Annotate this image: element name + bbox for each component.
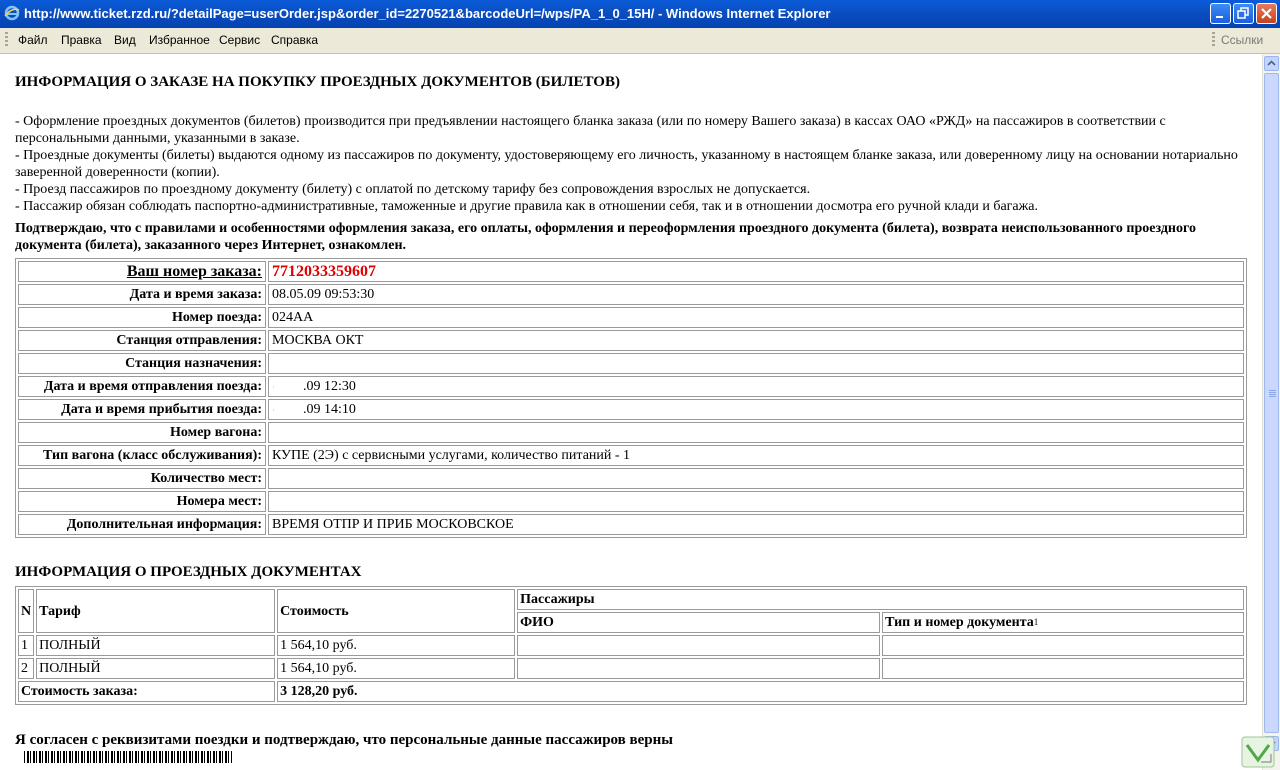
table-row: Номер поезда: 024АА bbox=[18, 307, 1244, 328]
row-tariff: ПОЛНЫЙ bbox=[36, 635, 276, 656]
table-row: Стоимость заказа: 3 128,20 руб. bbox=[18, 681, 1244, 702]
table-row: 2 ПОЛНЫЙ 1 564,10 руб. bbox=[18, 658, 1244, 679]
col-passengers-header: Пассажиры bbox=[517, 589, 1244, 610]
table-row: 1 ПОЛНЫЙ 1 564,10 руб. bbox=[18, 635, 1244, 656]
page-title: ИНФОРМАЦИЯ О ЗАКАЗЕ НА ПОКУПКУ ПРОЕЗДНЫХ… bbox=[15, 74, 620, 90]
row-n: 2 bbox=[18, 658, 35, 679]
row-label: Дата и время отправления поезда: bbox=[18, 376, 266, 397]
note-2: - Проездные документы (билеты) выдаются … bbox=[15, 148, 1238, 180]
minimize-button[interactable] bbox=[1210, 3, 1231, 24]
documents-table: N Тариф Стоимость Пассажиры ФИО Тип и но… bbox=[15, 586, 1247, 705]
table-row: Дополнительная информация: ВРЕМЯ ОТПР И … bbox=[18, 514, 1244, 535]
col-tariff-header: Тариф bbox=[36, 589, 276, 633]
row-label: Дата и время заказа: bbox=[18, 284, 266, 305]
documents-heading: ИНФОРМАЦИЯ О ПРОЕЗДНЫХ ДОКУМЕНТАХ bbox=[15, 564, 362, 580]
maximize-button[interactable] bbox=[1233, 3, 1254, 24]
thumb-grip bbox=[1269, 390, 1276, 398]
table-row: Дата и время заказа: 08.05.09 09:53:30 bbox=[18, 284, 1244, 305]
table-row: Станция отправления: МОСКВА ОКТ bbox=[18, 330, 1244, 351]
table-row: Номер вагона: bbox=[18, 422, 1244, 443]
note-1: - Оформление проездных документов (билет… bbox=[15, 114, 1166, 146]
departure-time-value: · .09 12:30 bbox=[268, 376, 1244, 397]
footnote-marker: 1 bbox=[1033, 617, 1039, 627]
scroll-thumb[interactable] bbox=[1264, 73, 1279, 733]
total-value: 3 128,20 руб. bbox=[277, 681, 1244, 702]
menu-tools[interactable]: Сервис bbox=[219, 33, 260, 47]
row-n: 1 bbox=[18, 635, 35, 656]
links-grip bbox=[1212, 32, 1215, 48]
links-toolbar[interactable]: Ссылки bbox=[1221, 33, 1263, 47]
table-row: Номера мест: bbox=[18, 491, 1244, 512]
total-label: Стоимость заказа: bbox=[18, 681, 276, 702]
car-number-value bbox=[268, 422, 1244, 443]
menu-file[interactable]: Файл bbox=[18, 33, 48, 47]
row-label: Станция отправления: bbox=[18, 330, 266, 351]
car-type-value: КУПЕ (2Э) с сервисными услугами, количес… bbox=[268, 445, 1244, 466]
arrival-station-value bbox=[268, 353, 1244, 374]
table-header-row: N Тариф Стоимость Пассажиры bbox=[18, 589, 1244, 633]
page-viewport: ИНФОРМАЦИЯ О ЗАКАЗЕ НА ПОКУПКУ ПРОЕЗДНЫХ… bbox=[0, 54, 1262, 770]
table-row: Дата и время отправления поезда: · .09 12… bbox=[18, 376, 1244, 397]
scroll-up-button[interactable] bbox=[1264, 56, 1279, 71]
row-label: Номер вагона: bbox=[18, 422, 266, 443]
col-doc-header: Тип и номер документа1 bbox=[882, 612, 1244, 633]
menu-bar: Файл Правка Вид Избранное Сервис Справка… bbox=[0, 28, 1280, 54]
window-title: http://www.ticket.rzd.ru/?detailPage=use… bbox=[24, 6, 831, 21]
restore-icon bbox=[1237, 7, 1249, 19]
row-fio bbox=[517, 635, 881, 656]
order-info-table: Ваш номер заказа: 7712033359607 Дата и в… bbox=[15, 258, 1247, 538]
order-number: 7712033359607 bbox=[268, 261, 1244, 282]
col-cost-header: Стоимость bbox=[277, 589, 516, 633]
menu-favorites[interactable]: Избранное bbox=[149, 33, 210, 47]
row-label: Дата и время прибытия поезда: bbox=[18, 399, 266, 420]
scroll-overlay-icon[interactable] bbox=[1241, 736, 1275, 768]
row-cost: 1 564,10 руб. bbox=[277, 635, 516, 656]
table-row: Количество мест: bbox=[18, 468, 1244, 489]
close-button[interactable] bbox=[1256, 3, 1277, 24]
row-label: Станция назначения: bbox=[18, 353, 266, 374]
menu-edit[interactable]: Правка bbox=[61, 33, 102, 47]
menu-help[interactable]: Справка bbox=[271, 33, 318, 47]
menu-view[interactable]: Вид bbox=[114, 33, 136, 47]
order-date-value: 08.05.09 09:53:30 bbox=[268, 284, 1244, 305]
rules-confirmation: Подтверждаю, что с правилами и особеннос… bbox=[15, 221, 1197, 253]
close-icon bbox=[1261, 8, 1272, 19]
minimize-icon bbox=[1216, 16, 1223, 18]
row-label: Номер поезда: bbox=[18, 307, 266, 328]
row-label: Тип вагона (класс обслуживания): bbox=[18, 445, 266, 466]
col-n-header: N bbox=[18, 589, 35, 633]
row-label: Номера мест: bbox=[18, 491, 266, 512]
row-label: Дополнительная информация: bbox=[18, 514, 266, 535]
order-notes: - Оформление проездных документов (билет… bbox=[15, 113, 1250, 215]
arrow-up-icon bbox=[1267, 60, 1276, 66]
train-number-value: 024АА bbox=[268, 307, 1244, 328]
table-row: Тип вагона (класс обслуживания): КУПЕ (2… bbox=[18, 445, 1244, 466]
row-cost: 1 564,10 руб. bbox=[277, 658, 516, 679]
departure-station-value: МОСКВА ОКТ bbox=[268, 330, 1244, 351]
additional-info-value: ВРЕМЯ ОТПР И ПРИБ МОСКОВСКОЕ bbox=[268, 514, 1244, 535]
table-row: Дата и время прибытия поезда: · .09 14:10 bbox=[18, 399, 1244, 420]
window-titlebar: http://www.ticket.rzd.ru/?detailPage=use… bbox=[0, 0, 1280, 28]
note-4: - Пассажир обязан соблюдать паспортно-ад… bbox=[15, 199, 1039, 214]
toolbar-grip bbox=[5, 32, 8, 48]
row-label: Количество мест: bbox=[18, 468, 266, 489]
table-row: Ваш номер заказа: 7712033359607 bbox=[18, 261, 1244, 282]
arrival-time-value: · .09 14:10 bbox=[268, 399, 1244, 420]
note-3: - Проезд пассажиров по проездному докуме… bbox=[15, 182, 811, 197]
order-number-label: Ваш номер заказа: bbox=[18, 261, 266, 282]
table-row: Станция назначения: bbox=[18, 353, 1244, 374]
col-fio-header: ФИО bbox=[517, 612, 881, 633]
vertical-scrollbar[interactable] bbox=[1262, 54, 1280, 770]
agreement-statement: Я согласен с реквизитами поездки и подтв… bbox=[15, 732, 673, 748]
internet-explorer-icon bbox=[4, 5, 20, 21]
row-doc bbox=[882, 635, 1244, 656]
row-doc bbox=[882, 658, 1244, 679]
row-tariff: ПОЛНЫЙ bbox=[36, 658, 276, 679]
seat-count-value bbox=[268, 468, 1244, 489]
barcode bbox=[24, 751, 232, 763]
row-fio bbox=[517, 658, 881, 679]
seat-numbers-value bbox=[268, 491, 1244, 512]
